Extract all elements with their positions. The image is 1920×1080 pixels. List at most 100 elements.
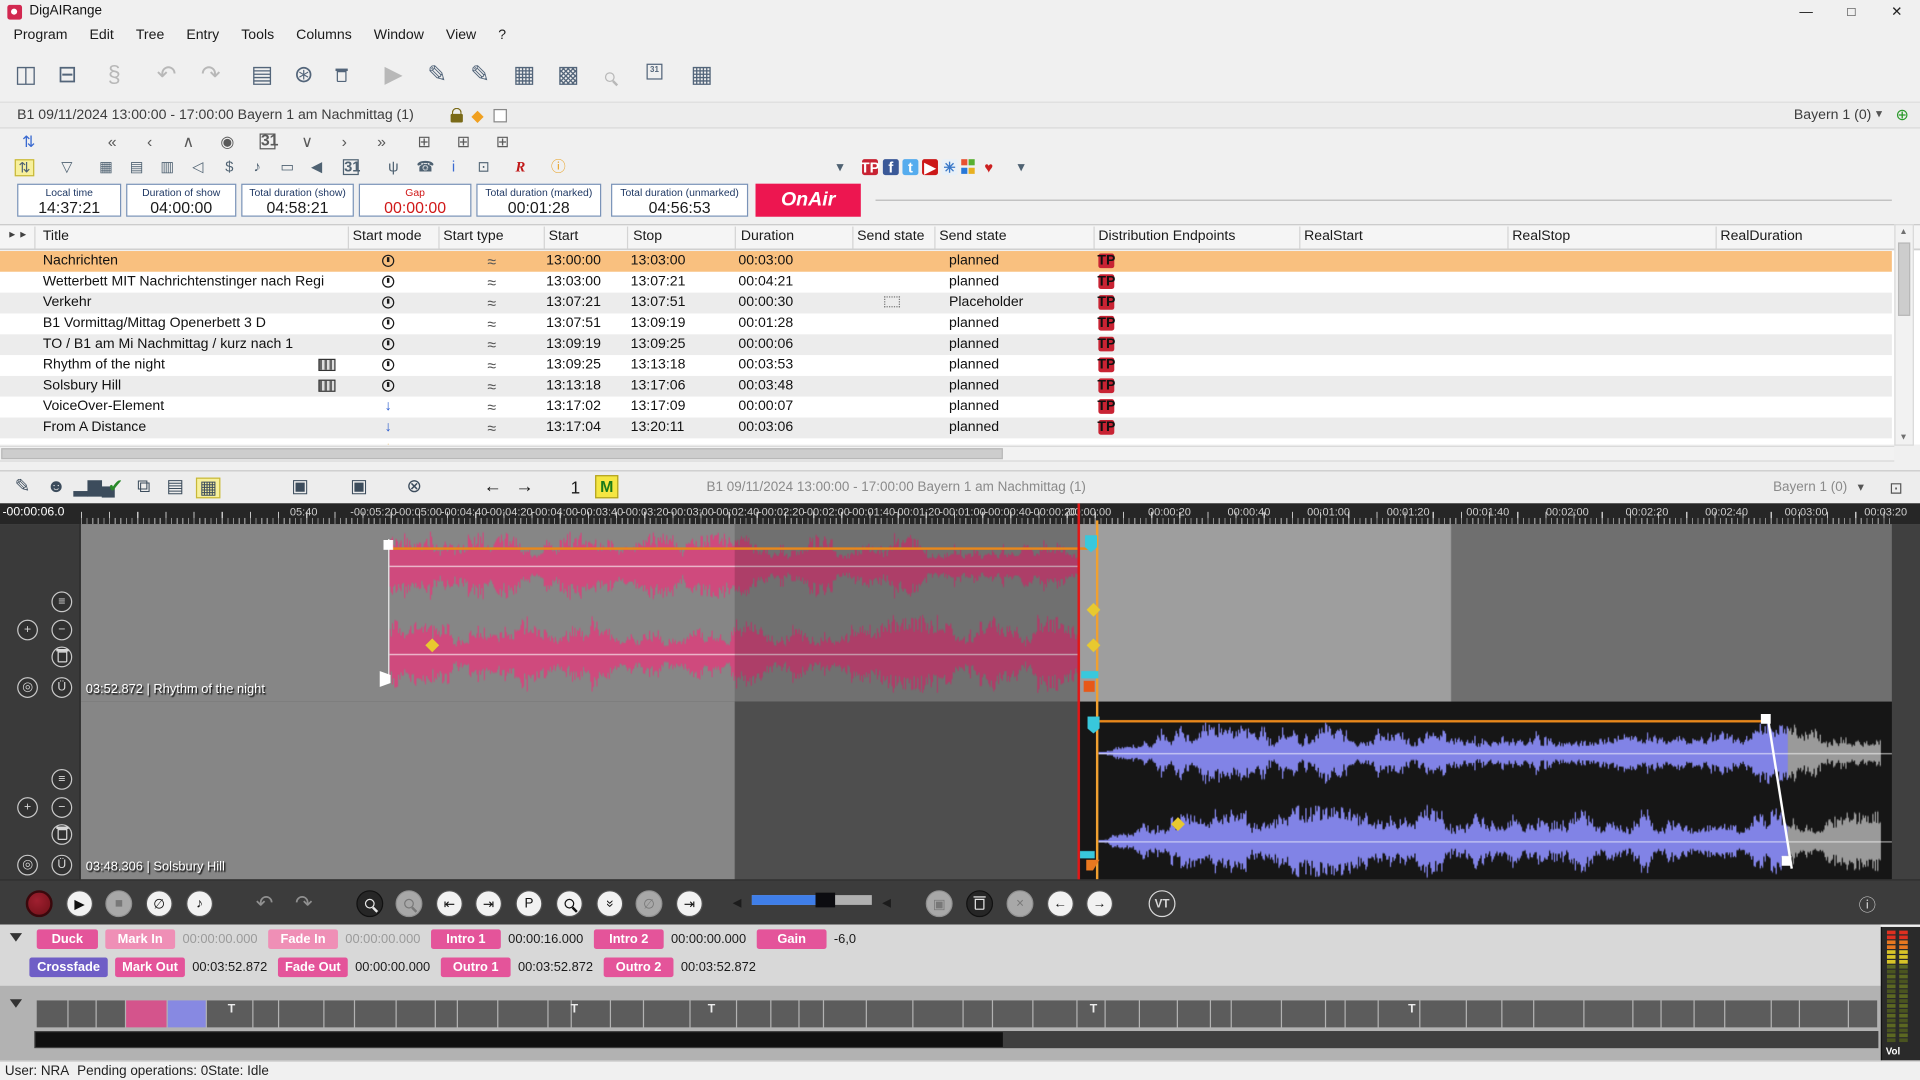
overview-segment[interactable] <box>436 1000 457 1027</box>
key-icon[interactable]: § <box>108 64 121 87</box>
scroll-down-icon[interactable]: ▼ <box>1899 433 1907 442</box>
overview-segment[interactable] <box>37 1000 68 1027</box>
speaker-person-icon[interactable]: ☻ <box>47 478 66 496</box>
table-row[interactable]: Solsbury Hill≈13:13:1813:17:0600:03:48pl… <box>0 376 1892 397</box>
jump-end-button[interactable]: ⇥ <box>475 890 502 917</box>
table-row[interactable]: B1 Vormittag/Mittag Openerbett 3 D≈13:07… <box>0 313 1892 334</box>
column-header-start-mode[interactable]: Start mode <box>353 229 422 244</box>
vt-button[interactable]: VT <box>1149 890 1176 917</box>
insert-above-icon[interactable]: ⊞ <box>418 133 431 149</box>
tp-badge[interactable]: TP <box>862 159 878 175</box>
info-circle-icon[interactable]: ⓘ <box>551 159 566 174</box>
playhead-line[interactable] <box>1078 503 1080 879</box>
music-icon[interactable]: ♪ <box>253 159 260 174</box>
copy-icon[interactable]: ⧉ <box>137 478 150 496</box>
track1-menu-button[interactable]: ≡ <box>51 591 72 612</box>
menu-tools[interactable]: Tools <box>230 24 285 46</box>
money-icon[interactable]: $ <box>225 159 233 174</box>
track1-delete-button[interactable] <box>51 647 72 668</box>
nav-right-icon[interactable]: → <box>516 478 534 496</box>
table-transfer-icon[interactable]: ▦ <box>513 64 535 87</box>
timeline-ruler[interactable]: -00:00:06.0 05:40-00:05:20-00:05:00-00:0… <box>0 503 1920 524</box>
scrollbar-thumb[interactable] <box>1 448 1003 459</box>
column-header-stop[interactable]: Stop <box>633 229 662 244</box>
menu-edit[interactable]: Edit <box>79 24 125 46</box>
overview-segment[interactable] <box>1662 1000 1694 1027</box>
menu-help[interactable]: ? <box>487 24 517 46</box>
track2-zoom-in-button[interactable]: + <box>17 797 38 818</box>
redo-icon[interactable]: ↷ <box>201 64 220 87</box>
lock-icon[interactable] <box>451 114 463 123</box>
waveform-track-1[interactable] <box>81 524 1892 702</box>
track2-menu-button[interactable]: ≡ <box>51 769 72 790</box>
first-entry-icon[interactable]: « <box>108 133 117 149</box>
volume-slider[interactable] <box>752 895 872 905</box>
track-scroll-strip[interactable] <box>1892 524 1920 879</box>
minimize-button[interactable]: — <box>1788 1 1825 23</box>
scrollbar-thumb[interactable] <box>1898 242 1910 315</box>
close-button[interactable]: ✕ <box>1878 1 1915 23</box>
paste-icon[interactable]: ▤ <box>167 478 184 496</box>
table-row[interactable]: Nachrichten≈13:00:0013:03:0000:03:00plan… <box>0 251 1892 272</box>
insert-end-icon[interactable]: ⊞ <box>496 133 509 149</box>
column-header-start[interactable]: Start <box>549 229 579 244</box>
microphone-icon[interactable]: ψ <box>388 159 398 174</box>
overview-segment[interactable] <box>824 1000 866 1027</box>
mark-out-marker[interactable] <box>1084 681 1095 692</box>
jump-start-button[interactable]: ⇤ <box>436 890 463 917</box>
down-icon[interactable]: ∨ <box>301 133 313 149</box>
table-row[interactable]: VoiceOver-Element↓≈13:17:0213:17:0900:00… <box>0 397 1892 418</box>
overview-segment[interactable] <box>1346 1000 1378 1027</box>
fade-in-button[interactable]: Fade In <box>268 929 338 949</box>
check-all-icon[interactable]: ✔ <box>108 478 123 496</box>
envelope-line-track1[interactable] <box>389 547 1089 549</box>
search-icon[interactable] <box>605 64 615 87</box>
calendar-31-icon[interactable]: 31 <box>647 64 663 80</box>
mute-icon[interactable]: ◄ <box>730 894 745 911</box>
fade-out-button[interactable]: Fade Out <box>278 958 348 978</box>
track2-pan-button[interactable]: ◎ <box>17 855 38 876</box>
nav-prev-button[interactable]: ← <box>1047 890 1074 917</box>
group-icon[interactable]: ▥ <box>160 159 174 174</box>
undo-audio-button[interactable]: ↶ <box>251 890 278 917</box>
redo-audio-button[interactable]: ↷ <box>290 890 317 917</box>
table-vertical-scrollbar[interactable]: ▲ ▼ <box>1894 224 1914 446</box>
overview-segment[interactable] <box>355 1000 395 1027</box>
overview-segment[interactable] <box>644 1000 689 1027</box>
undo-icon[interactable]: ↶ <box>157 64 176 87</box>
overview-segment[interactable] <box>1849 1000 1877 1027</box>
onair-button[interactable]: OnAir <box>756 184 861 217</box>
overview-segment[interactable] <box>1232 1000 1281 1027</box>
info-icon[interactable]: i <box>452 159 455 174</box>
outro-1-button[interactable]: Outro 1 <box>441 958 511 978</box>
cancel-audio-button[interactable]: × <box>1007 890 1034 917</box>
table-music-icon[interactable]: ▩ <box>557 64 579 87</box>
overview-segment[interactable] <box>771 1000 798 1027</box>
overview-segment[interactable] <box>397 1000 435 1027</box>
clip-boundary-line[interactable] <box>388 539 389 677</box>
goto-next-button[interactable]: ⇥ <box>676 890 703 917</box>
track1-zoom-out-button[interactable]: − <box>51 620 72 641</box>
cue-bar-marker[interactable] <box>1080 851 1095 858</box>
insert-below-icon[interactable]: ⊞ <box>457 133 470 149</box>
volume-handle[interactable] <box>816 893 836 908</box>
zoom-out-button[interactable] <box>396 890 423 917</box>
overview-segment[interactable] <box>867 1000 912 1027</box>
track2-zoom-out-button[interactable]: − <box>51 797 72 818</box>
edit-log-icon[interactable]: ✎ <box>427 64 446 87</box>
overview-segment[interactable] <box>964 1000 992 1027</box>
overview-segment[interactable] <box>1725 1000 1770 1027</box>
overview-segment[interactable] <box>549 1000 571 1027</box>
layout-columns-icon[interactable]: ◫ <box>15 64 37 87</box>
column-header-realstart[interactable]: RealStart <box>1304 229 1363 244</box>
envelope-line-track2[interactable] <box>1098 720 1767 722</box>
column-header-send-state[interactable]: Send state <box>939 229 1006 244</box>
menu-view[interactable]: View <box>435 24 487 46</box>
mark-out-button[interactable]: Mark Out <box>115 958 185 978</box>
up-icon[interactable]: ∧ <box>182 133 194 149</box>
overview-segment[interactable] <box>1772 1000 1799 1027</box>
table-horizontal-scrollbar[interactable] <box>0 446 1894 462</box>
column-header-distribution-endpoints[interactable]: Distribution Endpoints <box>1098 229 1235 244</box>
gain-button[interactable]: Gain <box>757 929 827 949</box>
overview-segment[interactable] <box>168 1000 206 1027</box>
